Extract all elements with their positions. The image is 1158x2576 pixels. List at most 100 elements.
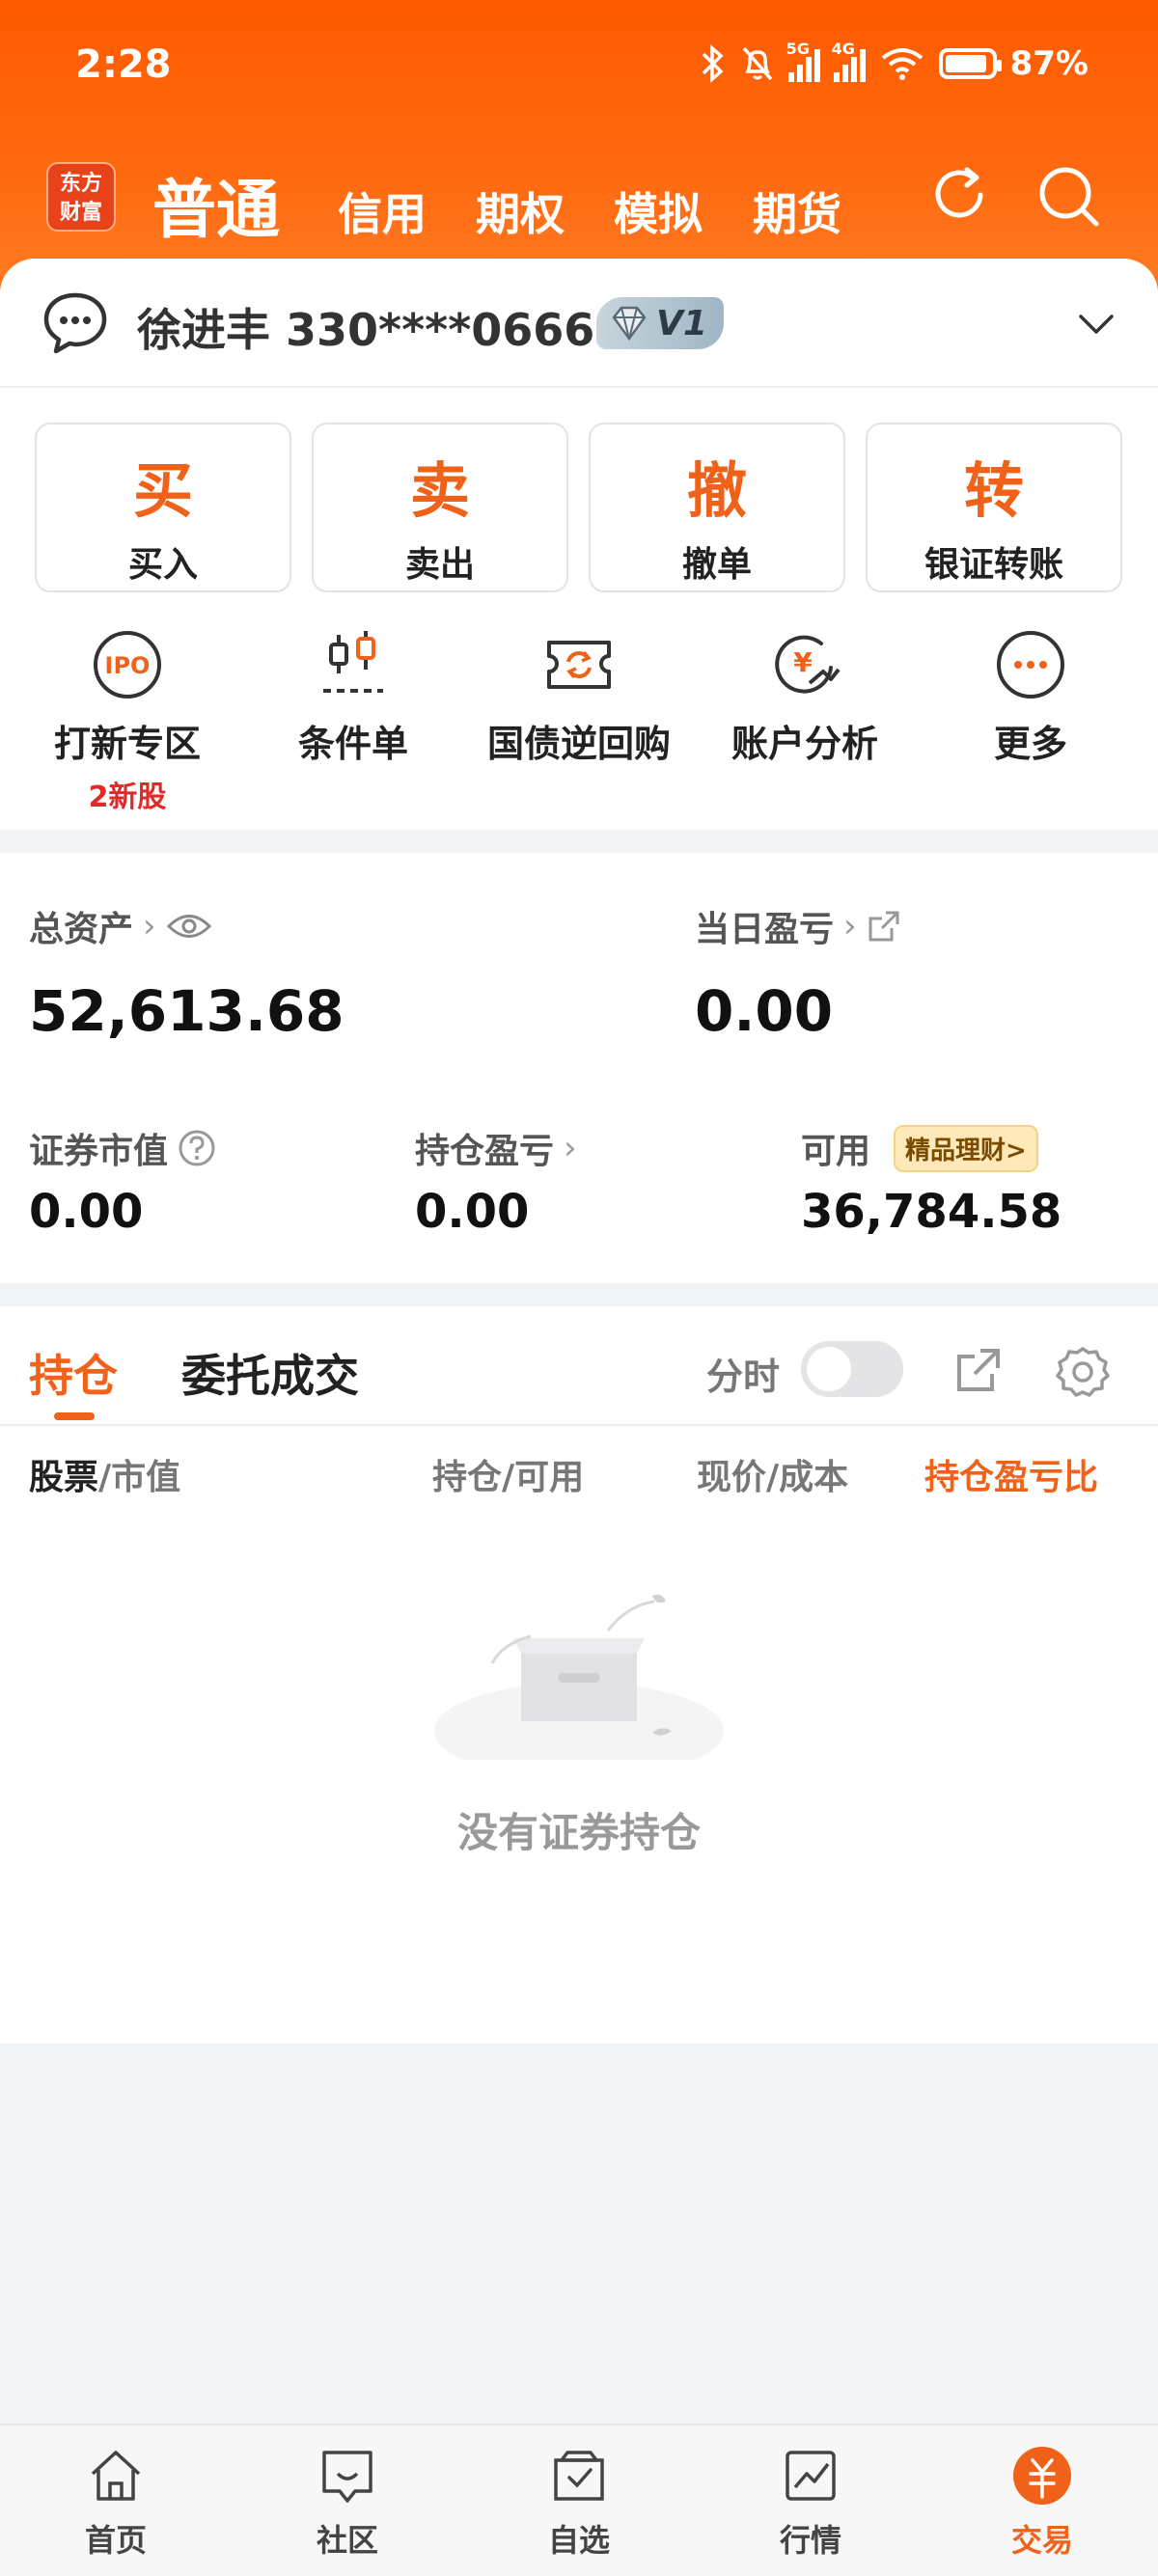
available-label: 可用 bbox=[801, 1132, 871, 1171]
tab-futures[interactable]: 期货 bbox=[753, 179, 841, 243]
cancel-glyph: 撤 bbox=[686, 455, 747, 526]
vip-level: V1 bbox=[656, 303, 707, 343]
status-bar: 2:28 5G 4G 87% bbox=[0, 39, 1158, 96]
market-value-header[interactable]: 证券市值 bbox=[29, 1123, 216, 1173]
nav-trade-label: 交易 bbox=[1010, 2522, 1073, 2559]
ipo-icon: IPO bbox=[94, 631, 161, 699]
status-icons: 5G 4G 87% bbox=[698, 40, 1089, 83]
chevron-right-icon: › bbox=[564, 1129, 577, 1167]
nav-community-label: 社区 bbox=[316, 2522, 378, 2559]
col-pl-ratio-label: 持仓盈亏比 bbox=[924, 1458, 1099, 1497]
sell-glyph: 卖 bbox=[409, 455, 470, 526]
ipo-zone-button[interactable]: IPO 打新专区 2新股 bbox=[12, 627, 243, 815]
intraday-toggle[interactable] bbox=[801, 1341, 903, 1397]
market-icon bbox=[786, 2451, 836, 2501]
battery-percent: 87% bbox=[1009, 44, 1089, 83]
app-logo: 东方 财富 bbox=[46, 162, 116, 232]
logo-line-1: 东方 bbox=[59, 172, 102, 196]
buy-glyph: 买 bbox=[132, 455, 193, 526]
col-pl-ratio[interactable]: 持仓盈亏比 bbox=[924, 1449, 1129, 1499]
home-icon bbox=[91, 2451, 141, 2501]
tab-simulation[interactable]: 模拟 bbox=[614, 179, 703, 243]
settings-gear-icon[interactable] bbox=[1056, 1345, 1110, 1399]
total-assets-header[interactable]: 总资产 › bbox=[29, 901, 212, 951]
battery-icon bbox=[938, 48, 1002, 79]
chevron-right-icon: › bbox=[143, 907, 156, 945]
nav-community[interactable]: 社区 bbox=[270, 2445, 425, 2561]
holdings-tabs: 持仓 委托成交 分时 bbox=[0, 1306, 1158, 1426]
svg-text:IPO: IPO bbox=[105, 652, 151, 679]
finance-products-badge[interactable]: 精品理财> bbox=[894, 1124, 1038, 1172]
position-pl-value: 0.00 bbox=[415, 1185, 530, 1239]
help-icon[interactable] bbox=[178, 1129, 216, 1167]
position-pl-label: 持仓盈亏 bbox=[415, 1132, 555, 1171]
bank-transfer-button[interactable]: 转 银证转账 bbox=[866, 423, 1122, 592]
nav-market[interactable]: 行情 bbox=[733, 2445, 888, 2561]
signal-5g-icon: 5G bbox=[786, 40, 820, 82]
net-label-4g: 4G bbox=[831, 40, 855, 58]
nav-home-label: 首页 bbox=[84, 2522, 147, 2559]
nav-trade[interactable]: 交易 bbox=[965, 2445, 1119, 2561]
sell-button[interactable]: 卖 卖出 bbox=[312, 423, 568, 592]
col-stock-value[interactable]: 股票/市值 bbox=[29, 1449, 180, 1499]
buy-label: 买入 bbox=[127, 545, 198, 585]
daily-pl-label: 当日盈亏 bbox=[695, 910, 835, 949]
cancel-order-button[interactable]: 撤 撤单 bbox=[589, 423, 845, 592]
available-value: 36,784.58 bbox=[801, 1185, 1062, 1239]
external-link-icon[interactable] bbox=[867, 909, 901, 944]
diamond-icon bbox=[612, 306, 647, 341]
more-label: 更多 bbox=[993, 723, 1067, 765]
available-header: 可用 精品理财> bbox=[801, 1123, 1038, 1173]
logo-line-2: 财富 bbox=[59, 201, 102, 225]
reverse-repo-label: 国债逆回购 bbox=[486, 723, 671, 765]
position-pl-header[interactable]: 持仓盈亏 › bbox=[415, 1123, 577, 1173]
nav-home[interactable]: 首页 bbox=[39, 2445, 193, 2561]
more-functions-button[interactable]: 更多 bbox=[915, 627, 1146, 767]
market-value: 0.00 bbox=[29, 1185, 144, 1239]
chat-icon[interactable] bbox=[41, 289, 110, 357]
more-icon bbox=[997, 631, 1064, 699]
search-icon[interactable] bbox=[1034, 162, 1104, 232]
buy-button[interactable]: 买 买入 bbox=[35, 423, 291, 592]
tab-normal[interactable]: 普通 bbox=[152, 158, 280, 251]
col-price-cost[interactable]: 现价/成本 bbox=[697, 1449, 848, 1499]
tab-orders-trades[interactable]: 委托成交 bbox=[181, 1341, 359, 1405]
tab-positions[interactable]: 持仓 bbox=[29, 1341, 118, 1405]
nav-watchlist[interactable]: 自选 bbox=[502, 2445, 656, 2561]
watchlist-icon bbox=[554, 2451, 604, 2501]
signal-4g-icon: 4G bbox=[832, 40, 866, 82]
bluetooth-icon bbox=[702, 44, 724, 83]
intraday-label: 分时 bbox=[706, 1356, 781, 1398]
reverse-repo-button[interactable]: 国债逆回购 bbox=[463, 627, 695, 767]
svg-text:¥: ¥ bbox=[793, 646, 813, 678]
account-analysis-button[interactable]: ¥ 账户分析 bbox=[689, 627, 921, 767]
ticket-icon bbox=[547, 641, 611, 689]
col-position-available[interactable]: 持仓/可用 bbox=[432, 1449, 584, 1499]
mute-bell-icon bbox=[742, 46, 772, 81]
sell-label: 卖出 bbox=[404, 545, 475, 585]
empty-box-icon bbox=[434, 1594, 724, 1760]
chevron-down-icon[interactable] bbox=[1075, 303, 1117, 345]
share-icon[interactable] bbox=[953, 1345, 1004, 1395]
candlestick-icon bbox=[323, 631, 383, 693]
ipo-zone-label: 打新专区 bbox=[53, 723, 201, 765]
conditional-order-button[interactable]: 条件单 bbox=[237, 627, 469, 767]
account-selector[interactable]: 徐进丰 330****0666 V1 bbox=[0, 259, 1158, 388]
new-stocks-count: 2新股 bbox=[88, 781, 167, 814]
transfer-glyph: 转 bbox=[963, 455, 1024, 526]
trade-card: 徐进丰 330****0666 V1 买 买入 卖 卖出 撤 撤单 转 银证转账… bbox=[0, 259, 1158, 830]
holdings-panel: 持仓 委托成交 分时 股票/市值 持仓/可用 现价/成本 持仓盈亏比 没有证券持… bbox=[0, 1306, 1158, 2043]
status-time: 2:28 bbox=[75, 42, 172, 87]
refresh-icon[interactable] bbox=[924, 162, 994, 232]
tab-options[interactable]: 期权 bbox=[476, 179, 565, 243]
empty-holdings-text: 没有证券持仓 bbox=[456, 1809, 701, 1856]
yen-chart-icon: ¥ bbox=[775, 635, 841, 694]
asset-summary: 总资产 › 52,613.68 当日盈亏 › 0.00 证券市值 0.00 持仓… bbox=[0, 853, 1158, 1283]
eye-icon[interactable] bbox=[166, 912, 212, 941]
app-header: 2:28 5G 4G 87% 东方 财富 普通 信用 期权 模拟 期货 bbox=[0, 0, 1158, 289]
tab-credit[interactable]: 信用 bbox=[338, 179, 427, 243]
total-assets-label: 总资产 bbox=[29, 910, 134, 949]
active-tab-indicator bbox=[54, 1412, 95, 1420]
chevron-right-icon: › bbox=[843, 907, 857, 945]
daily-pl-header[interactable]: 当日盈亏 › bbox=[695, 901, 901, 951]
